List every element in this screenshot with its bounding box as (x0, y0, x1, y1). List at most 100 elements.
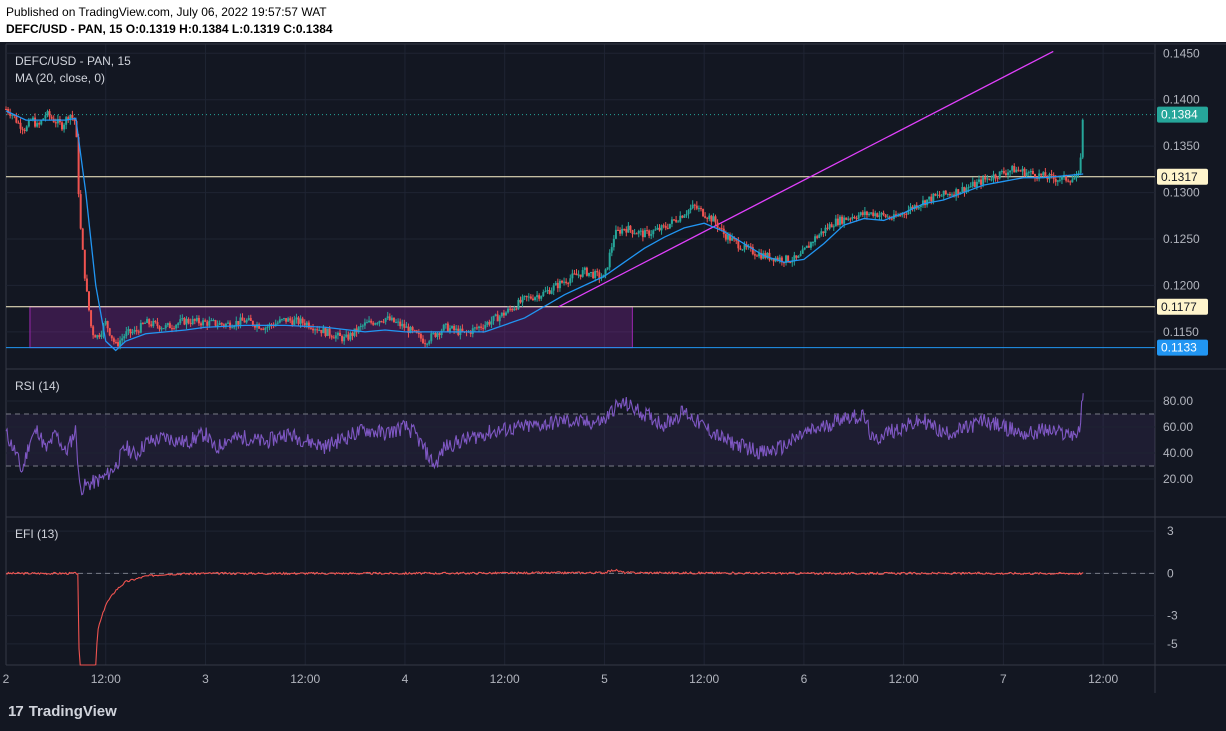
price-label-0: 0.1384 (1161, 108, 1198, 122)
time-tick-label-3: 12:00 (290, 672, 320, 686)
candle-body (36, 123, 39, 127)
candle-body (195, 317, 198, 321)
candle-body (724, 234, 727, 240)
candle-body (243, 320, 246, 323)
candle-body (855, 217, 858, 219)
candle-body (156, 322, 159, 327)
candle-body (446, 323, 449, 332)
candle-body (662, 225, 665, 227)
candle-body (390, 317, 393, 321)
candle-body (388, 316, 391, 321)
candle-body (540, 296, 543, 299)
candle-body (108, 328, 111, 336)
candle-body (946, 193, 949, 195)
candle-body (509, 308, 512, 310)
candle-body (451, 326, 454, 329)
candle-body (421, 338, 424, 344)
candle-body (127, 329, 130, 332)
candle-body (166, 323, 169, 326)
candle-body (504, 312, 507, 316)
candle-body (988, 178, 991, 180)
candle-body (934, 193, 937, 196)
price-tick-label-1: 0.1400 (1163, 93, 1200, 107)
candle-body (399, 321, 402, 327)
candle-body (374, 323, 377, 325)
candle-body (822, 231, 825, 234)
candle-body (853, 216, 856, 218)
chart-canvas[interactable]: 0.1450 0.1400 0.1350 0.1300 0.1250 0.1200 0.11… (0, 42, 1226, 693)
candle-body (631, 230, 634, 234)
candle-body (1000, 170, 1003, 172)
candle-body (83, 249, 86, 279)
candle-body (824, 227, 827, 234)
candle-body (500, 312, 503, 317)
candle-body (1009, 170, 1012, 173)
candle-body (46, 111, 49, 116)
price-label-3: 0.1133 (1161, 341, 1197, 355)
candle-body (434, 333, 437, 337)
candle-body (220, 322, 223, 325)
candle-body (260, 328, 263, 330)
candle-body (353, 328, 356, 336)
candle-body (646, 230, 649, 232)
candle-body (197, 317, 200, 324)
candle-body (820, 231, 823, 235)
candle-body (573, 273, 576, 275)
time-tick-label-1: 12:00 (91, 672, 121, 686)
candle-body (361, 325, 364, 327)
candle-body (349, 332, 352, 340)
candle-body (942, 190, 945, 196)
candle-body (816, 236, 819, 238)
candle-body (148, 319, 151, 325)
candle-body (426, 343, 429, 345)
candle-body (612, 238, 615, 248)
candle-body (114, 342, 117, 344)
candle-body (98, 335, 101, 337)
candle-body (982, 177, 985, 185)
candle-body (656, 227, 659, 230)
candle-body (177, 323, 180, 326)
candle-body (432, 333, 435, 335)
candle-body (94, 335, 97, 338)
tradingview-logo[interactable]: 17 TradingView (8, 703, 117, 720)
candle-body (395, 321, 398, 323)
candle-body (442, 324, 445, 331)
ohlc-summary: DEFC/USD - PAN, 15 O:0.1319 H:0.1384 L:0… (6, 22, 333, 36)
candle-body (488, 321, 491, 325)
candle-body (675, 219, 678, 222)
candle-body (996, 178, 999, 180)
candle-body (708, 215, 711, 219)
candle-body (940, 195, 943, 197)
candle-body (797, 256, 800, 258)
candle-body (11, 114, 14, 116)
candle-body (430, 333, 433, 342)
time-tick-label-5: 12:00 (490, 672, 520, 686)
candle-body (328, 328, 331, 336)
candle-body (558, 280, 561, 289)
candle-body (71, 114, 74, 118)
candle-body (27, 120, 30, 127)
candle-body (210, 320, 213, 322)
candle-body (1050, 174, 1053, 176)
candle-body (170, 328, 173, 330)
candle-body (961, 186, 964, 193)
candle-body (92, 326, 95, 336)
candle-body (332, 337, 335, 339)
candle-body (1021, 168, 1024, 172)
tradingview-logo-icon: 17 (8, 703, 24, 720)
candle-body (714, 216, 717, 223)
candle-body (928, 196, 931, 200)
candle-body (401, 323, 404, 327)
candle-body (368, 320, 371, 323)
candle-body (859, 212, 862, 216)
candle-body (185, 318, 188, 325)
candle-body (303, 322, 306, 326)
candle-body (154, 320, 157, 323)
candle-body (971, 181, 974, 187)
candle-body (799, 253, 802, 257)
candle-body (546, 290, 549, 292)
candle-body (666, 227, 669, 229)
candle-body (552, 285, 555, 291)
publish-header: Published on TradingView.com, July 06, 2… (0, 0, 1226, 42)
candle-body (264, 327, 267, 330)
